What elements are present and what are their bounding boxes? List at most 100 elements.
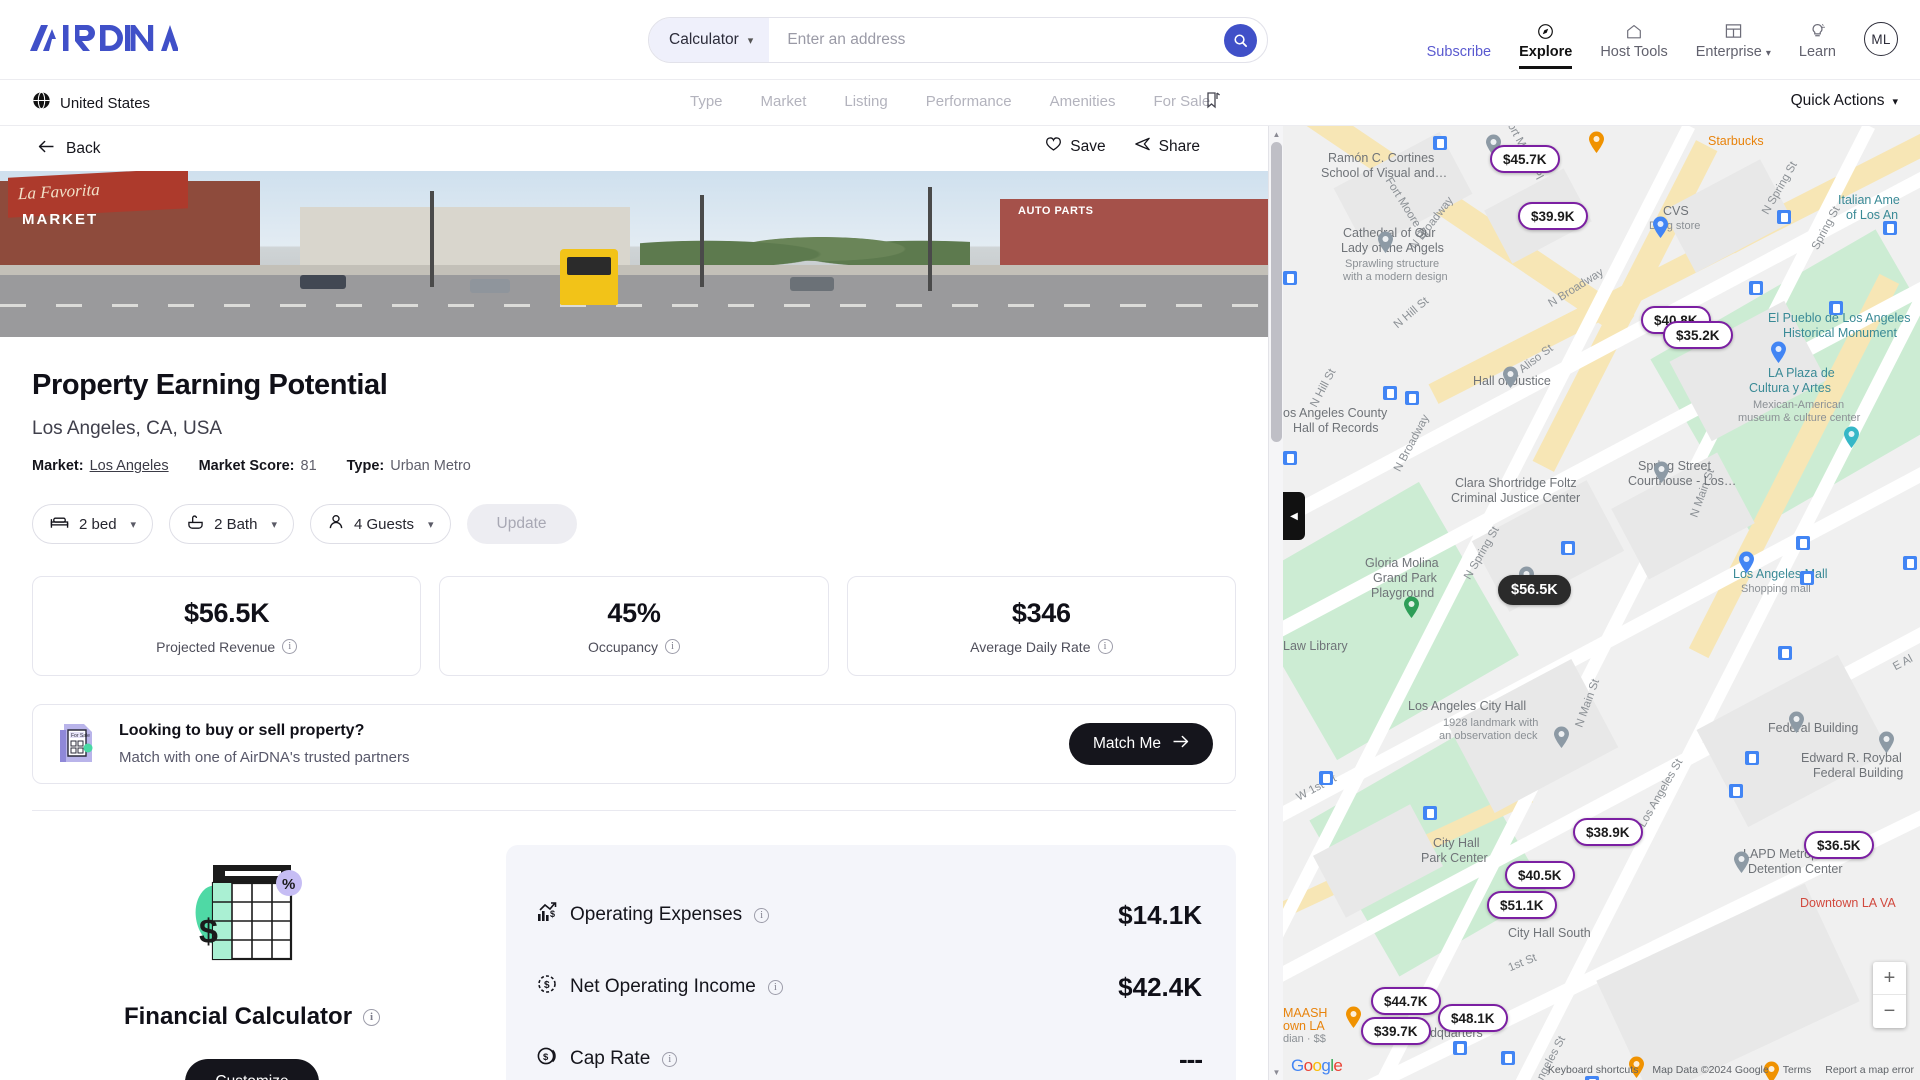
- map-transit-icon: [1903, 556, 1917, 570]
- price-marker[interactable]: $51.1K: [1487, 891, 1557, 919]
- price-marker[interactable]: $56.5K: [1498, 575, 1571, 605]
- price-marker[interactable]: $44.7K: [1371, 987, 1441, 1015]
- calculator-row-operating-expenses: $ Operating Expenses i $14.1K: [536, 879, 1202, 951]
- svg-text:$: $: [199, 913, 218, 951]
- keyboard-shortcuts-link[interactable]: Keyboard shortcuts: [1548, 1064, 1638, 1076]
- quick-actions-label: Quick Actions: [1790, 92, 1885, 109]
- nav-explore[interactable]: Explore: [1505, 12, 1586, 69]
- scroll-down-arrow-icon[interactable]: ▼: [1269, 1064, 1284, 1080]
- tab-market[interactable]: Market: [761, 93, 807, 110]
- back-label: Back: [66, 139, 101, 157]
- map-place-label: Park Center: [1421, 851, 1488, 865]
- map-place-label: Los Angeles City Hall: [1408, 699, 1527, 713]
- update-button[interactable]: Update: [466, 504, 577, 544]
- guests-select[interactable]: 4 Guests ▾: [309, 504, 451, 544]
- scrollbar-thumb[interactable]: [1271, 142, 1282, 442]
- price-marker[interactable]: $40.5K: [1505, 861, 1575, 889]
- map-transit-icon: [1800, 571, 1814, 585]
- search-input[interactable]: [769, 18, 1224, 62]
- svg-text:$: $: [543, 1052, 549, 1063]
- price-marker[interactable]: $35.2K: [1663, 321, 1733, 349]
- map-place-label: Detention Center: [1748, 862, 1843, 876]
- map-transit-icon: [1423, 806, 1437, 820]
- arrow-left-icon: [38, 140, 55, 158]
- calculator-left: % $ Financial Calculator i Customize: [32, 845, 472, 1080]
- chevron-down-icon: ▾: [1765, 48, 1771, 59]
- info-icon[interactable]: i: [662, 1051, 678, 1067]
- hero-pole-2: [700, 195, 704, 287]
- scroll-up-arrow-icon[interactable]: ▲: [1269, 126, 1284, 142]
- share-label: Share: [1158, 137, 1200, 155]
- chevron-left-icon: ◀: [1290, 510, 1298, 522]
- map-collapse-button[interactable]: ◀: [1283, 492, 1305, 540]
- terms-link[interactable]: Terms: [1783, 1064, 1812, 1076]
- zoom-in-button[interactable]: +: [1873, 962, 1906, 995]
- tab-amenities[interactable]: Amenities: [1050, 93, 1116, 110]
- row-label-wrap: $ Cap Rate i: [536, 1045, 678, 1073]
- airdna-logo[interactable]: [30, 22, 178, 54]
- stats-row: $56.5K Projected Revenue i 45% Occupancy…: [32, 576, 1236, 676]
- chevron-down-icon: ▾: [130, 518, 137, 531]
- grid-icon: [1725, 21, 1742, 41]
- avatar[interactable]: ML: [1864, 22, 1898, 56]
- info-icon[interactable]: i: [1097, 639, 1113, 654]
- nav-enterprise[interactable]: Enterprise ▾: [1682, 12, 1785, 60]
- nav-learn[interactable]: Learn: [1785, 12, 1850, 60]
- bookmark-icon[interactable]: [1205, 91, 1221, 115]
- map-place-label: Downtown LA VA: [1800, 896, 1896, 910]
- tab-type[interactable]: Type: [690, 93, 723, 110]
- price-marker[interactable]: $39.7K: [1361, 1017, 1431, 1045]
- tab-performance[interactable]: Performance: [926, 93, 1012, 110]
- report-map-error-link[interactable]: Report a map error: [1825, 1064, 1914, 1076]
- country-selector[interactable]: United States: [32, 91, 150, 115]
- nav-subscribe[interactable]: Subscribe: [1413, 12, 1505, 60]
- share-button[interactable]: Share: [1134, 136, 1200, 157]
- bathrooms-select[interactable]: 2 Bath ▾: [169, 504, 294, 544]
- svg-text:For Sale: For Sale: [71, 733, 90, 739]
- save-button[interactable]: Save: [1045, 136, 1106, 157]
- svg-text:$: $: [550, 909, 555, 919]
- price-marker[interactable]: $45.7K: [1490, 145, 1560, 173]
- map-transit-icon: [1319, 771, 1333, 785]
- search-bar[interactable]: Calculator ▾: [648, 17, 1268, 63]
- price-marker[interactable]: $48.1K: [1438, 1004, 1508, 1032]
- info-icon[interactable]: i: [754, 907, 770, 923]
- panel-scrollbar[interactable]: ▲ ▼: [1268, 126, 1283, 1080]
- price-marker[interactable]: $38.9K: [1573, 818, 1643, 846]
- street-view-image[interactable]: AUTO PARTS La Favorita MARKET: [0, 171, 1268, 337]
- map-place-label: LA Plaza de: [1768, 366, 1835, 380]
- bedrooms-select[interactable]: 2 bed ▾: [32, 504, 154, 544]
- search-type-select[interactable]: Calculator ▾: [649, 18, 770, 62]
- price-marker[interactable]: $39.9K: [1518, 202, 1588, 230]
- info-icon[interactable]: i: [363, 1008, 381, 1026]
- price-marker[interactable]: $36.5K: [1804, 831, 1874, 859]
- stat-label: Average Daily Rate: [970, 638, 1091, 655]
- info-icon[interactable]: i: [767, 979, 783, 995]
- market-link[interactable]: Los Angeles: [90, 458, 169, 474]
- map-poi-pin-icon: [1652, 216, 1669, 239]
- search-button[interactable]: [1224, 23, 1257, 57]
- calculator-cta-button[interactable]: Customize: [185, 1059, 319, 1080]
- tab-listing[interactable]: Listing: [844, 93, 887, 110]
- zoom-out-button[interactable]: −: [1873, 995, 1906, 1028]
- calculator-row-net-operating-income: $ Net Operating Income i $42.4K: [536, 951, 1202, 1023]
- tab-for-sale[interactable]: For Sale: [1153, 93, 1210, 110]
- map-poi-pin-icon: [1345, 1006, 1362, 1029]
- quick-actions-button[interactable]: Quick Actions ▾: [1791, 92, 1898, 110]
- info-icon[interactable]: i: [665, 639, 681, 654]
- map-poi-pin-icon: [1878, 731, 1895, 754]
- lightbulb-icon: [1809, 21, 1826, 41]
- map-place-label: with a modern design: [1343, 271, 1448, 283]
- back-button[interactable]: Back: [38, 140, 100, 158]
- nav-host-tools[interactable]: Host Tools: [1586, 12, 1681, 60]
- search-type-label: Calculator: [669, 31, 739, 48]
- info-icon[interactable]: i: [282, 639, 298, 654]
- row-label: Net Operating Income: [570, 976, 756, 997]
- map-transit-icon: [1778, 646, 1792, 660]
- map-transit-icon: [1829, 301, 1843, 315]
- match-me-button[interactable]: Match Me: [1068, 723, 1213, 765]
- for-sale-sign-icon: For Sale: [55, 718, 101, 771]
- map-poi-pin-icon: [1588, 131, 1605, 154]
- hero-pole-3: [928, 187, 932, 291]
- map-panel[interactable]: N BroadwayFort Moore PlFort Moore PlN Sp…: [1283, 126, 1920, 1080]
